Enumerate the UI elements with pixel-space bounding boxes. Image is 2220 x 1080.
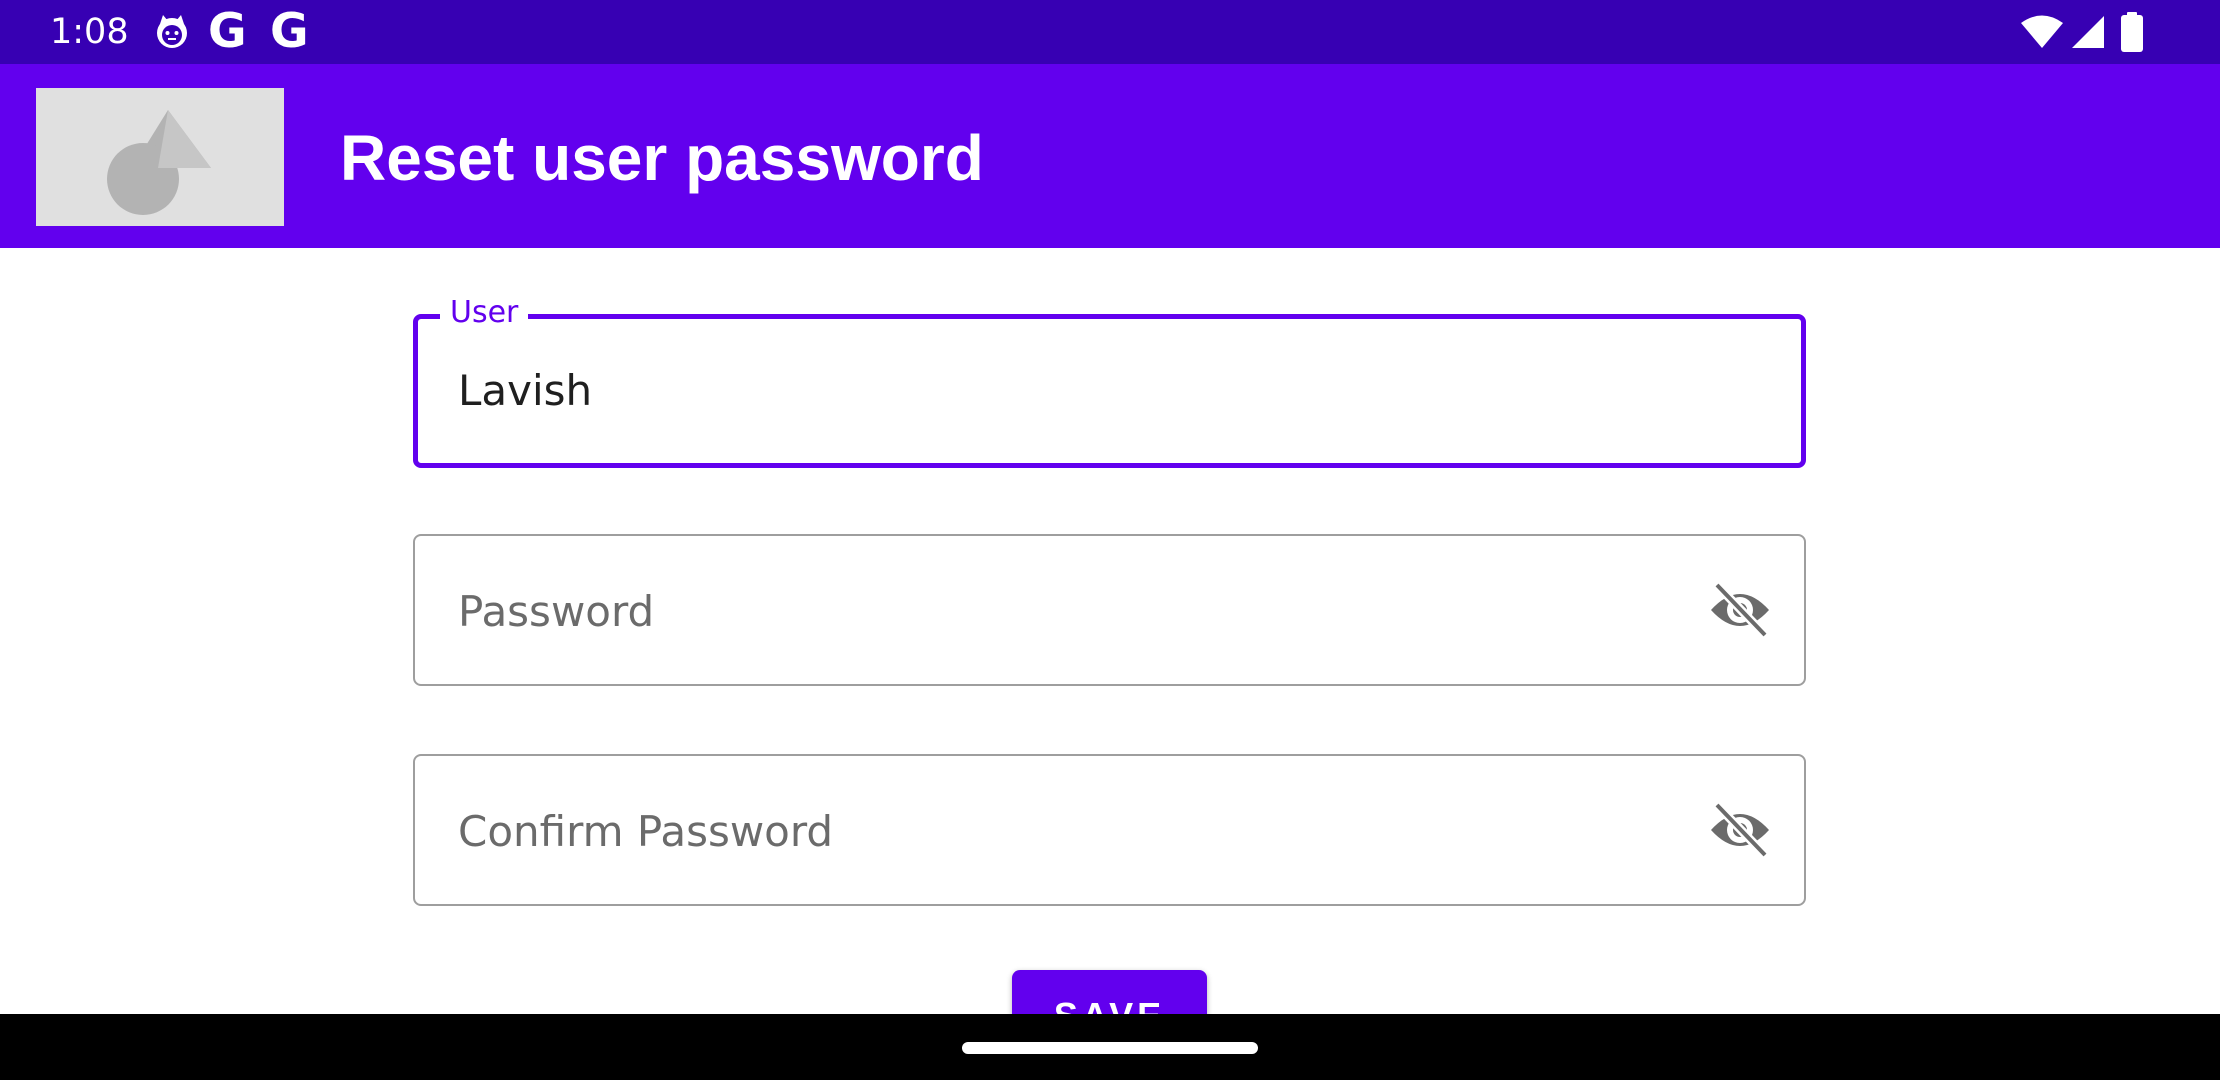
wifi-icon xyxy=(2021,15,2063,48)
battery-icon xyxy=(2121,12,2143,52)
confirm-password-field[interactable]: Confirm Password xyxy=(413,754,1806,906)
cat-notification-icon xyxy=(157,15,187,48)
app-bar: Reset user password xyxy=(0,64,2220,248)
home-gesture-handle[interactable] xyxy=(962,1042,1258,1054)
app-logo xyxy=(36,88,284,226)
user-field[interactable]: User Lavish xyxy=(413,293,1806,468)
google-icon: G xyxy=(208,4,247,59)
page-title: Reset user password xyxy=(340,122,984,194)
google-icon: G xyxy=(270,4,309,59)
confirm-password-placeholder: Confirm Password xyxy=(458,807,834,856)
password-field[interactable]: Password xyxy=(413,534,1806,686)
cell-signal-icon xyxy=(2072,16,2104,48)
visibility-off-icon[interactable] xyxy=(1708,582,1772,638)
placeholder-image-icon xyxy=(107,110,211,215)
status-time: 1:08 xyxy=(50,12,129,52)
visibility-off-icon[interactable] xyxy=(1708,802,1772,858)
user-field-label: User xyxy=(440,293,529,333)
status-bar: 1:08 G G xyxy=(0,0,2220,64)
navigation-bar xyxy=(0,1014,2220,1080)
password-placeholder: Password xyxy=(458,587,655,636)
user-field-value[interactable]: Lavish xyxy=(458,366,592,416)
